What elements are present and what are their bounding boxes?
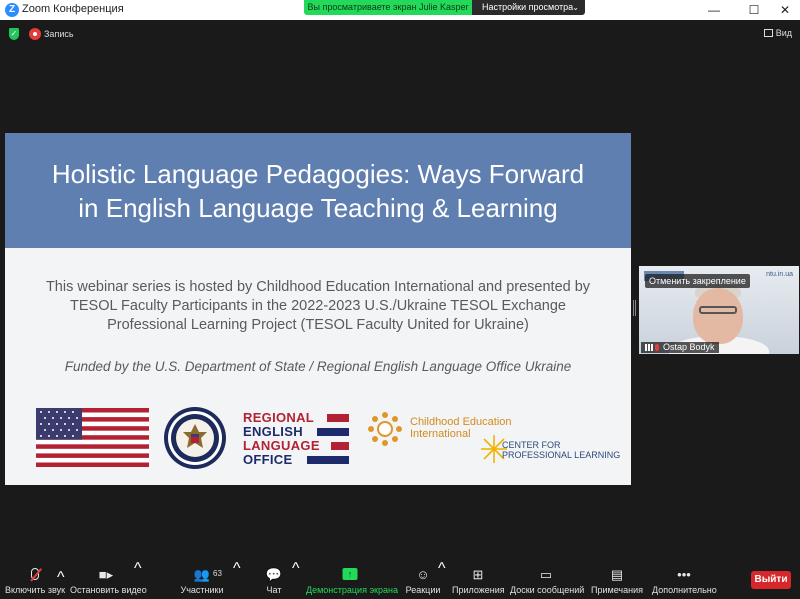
cpl-logo-text: CENTER FOR PROFESSIONAL LEARNING — [502, 440, 620, 460]
participants-options-chevron-icon[interactable]: ^ — [233, 560, 241, 578]
shared-screen-slide: Holistic Language Pedagogies: Ways Forwa… — [5, 133, 631, 485]
cpl-line-1: CENTER FOR — [502, 440, 561, 450]
zoom-logo-icon: Z — [5, 3, 19, 17]
view-label: Вид — [775, 28, 792, 38]
whiteboards-label: Доски сообщений — [510, 585, 585, 595]
window-title: Zoom Конференция — [22, 3, 124, 15]
audio-options-chevron-icon[interactable]: ^ — [57, 569, 65, 587]
chat-label: Чат — [266, 585, 282, 595]
relo-line-3: LANGUAGE — [243, 438, 320, 453]
slide-description: This webinar series is hosted by Childho… — [45, 279, 591, 333]
muted-microphone-icon — [31, 568, 39, 582]
participant-face — [693, 288, 743, 344]
relo-line-1: REGIONAL — [243, 410, 315, 425]
muted-mic-icon — [655, 344, 659, 351]
shield-icon[interactable]: ✓ — [9, 28, 19, 40]
participant-glasses — [699, 306, 737, 314]
reactions-options-chevron-icon[interactable]: ^ — [438, 560, 446, 578]
relo-bar-blue-1 — [317, 428, 349, 436]
participant-name-bar: Ostap Bodyk — [641, 342, 719, 353]
leave-button[interactable]: Выйти — [751, 571, 791, 589]
cei-line-1: Childhood Education — [410, 416, 512, 428]
whiteboards-button[interactable]: ▭ Доски сообщений — [510, 560, 585, 599]
relo-line-4: OFFICE — [243, 452, 293, 467]
relo-bar-red — [327, 414, 349, 422]
more-button[interactable]: ••• Дополнительно — [652, 560, 717, 599]
chat-button[interactable]: 💬 Чат — [258, 560, 290, 599]
share-screen-button[interactable]: ↑ Демонстрация экрана — [306, 560, 398, 599]
apps-icon: ⊞ — [472, 567, 484, 582]
apps-label: Приложения — [452, 585, 505, 595]
record-icon[interactable] — [29, 28, 41, 40]
background-logo-right: ntu.in.ua — [766, 271, 793, 278]
participants-label: Участники — [180, 585, 224, 595]
maximize-button[interactable]: ☐ — [737, 0, 771, 20]
minimize-button[interactable]: — — [697, 0, 731, 20]
panel-resize-handle[interactable] — [633, 300, 636, 316]
notes-icon: ▤ — [610, 567, 624, 582]
chevron-down-icon: ⌄ — [572, 3, 579, 12]
share-screen-icon: ↑ — [342, 568, 358, 580]
view-settings-label: Настройки просмотра — [482, 2, 574, 12]
video-camera-icon: ■▸ — [98, 567, 114, 582]
relo-bar-red-2 — [331, 442, 349, 450]
participant-video-tile[interactable]: ntu.in.ua Отменить закрепление Ostap Bod… — [639, 266, 799, 354]
apps-button[interactable]: ⊞ Приложения — [452, 560, 505, 599]
stop-video-button[interactable]: ■▸ Остановить видео — [70, 560, 147, 599]
childhood-education-international-logo — [368, 412, 402, 446]
whiteboard-icon: ▭ — [539, 567, 553, 582]
smiley-icon: ☺ — [416, 567, 430, 582]
close-button[interactable]: ✕ — [768, 0, 800, 20]
chat-bubble-icon: 💬 — [265, 567, 283, 582]
video-options-chevron-icon[interactable]: ^ — [134, 560, 142, 578]
participant-name: Ostap Bodyk — [663, 342, 715, 352]
unpin-video-button[interactable]: Отменить закрепление — [645, 274, 750, 288]
view-icon — [763, 29, 773, 37]
more-label: Дополнительно — [652, 585, 717, 595]
screen-share-banner: Вы просматриваете экран Julie Kasper — [304, 0, 472, 15]
notes-label: Примечания — [591, 585, 643, 595]
reactions-label: Реакции — [405, 585, 441, 595]
relo-bar-blue-2 — [307, 456, 349, 464]
relo-logo: REGIONAL ENGLISH LANGUAGE OFFICE — [243, 410, 351, 468]
participants-button[interactable]: 👥 63 Участники — [176, 560, 228, 599]
slide-title-line1: Holistic Language Pedagogies: Ways Forwa… — [51, 159, 585, 189]
cpl-line-2: PROFESSIONAL LEARNING — [502, 450, 621, 460]
slide-header: Holistic Language Pedagogies: Ways Forwa… — [5, 133, 631, 248]
notes-button[interactable]: ▤ Примечания — [590, 560, 644, 599]
slide-funding-note: Funded by the U.S. Department of State /… — [64, 359, 572, 374]
slide-title-line2: in English Language Teaching & Learning — [78, 193, 558, 223]
view-button[interactable]: Вид — [763, 28, 792, 38]
more-dots-icon: ••• — [677, 567, 691, 582]
participants-count: 63 — [213, 569, 222, 578]
meeting-status-row: ✓ Запись Вид — [0, 24, 800, 44]
slide-title: Holistic Language Pedagogies: Ways Forwa… — [25, 157, 611, 225]
stop-video-label: Остановить видео — [70, 585, 147, 595]
relo-line-2: ENGLISH — [243, 424, 303, 439]
department-of-state-seal-logo — [164, 407, 226, 469]
signal-strength-icon — [645, 344, 653, 351]
chat-options-chevron-icon[interactable]: ^ — [292, 560, 300, 578]
view-settings-button[interactable]: Настройки просмотра ⌄ — [472, 0, 585, 15]
share-screen-label: Демонстрация экрана — [306, 585, 398, 595]
recording-label[interactable]: Запись — [44, 29, 74, 39]
meeting-toolbar: Включить звук ^ ■▸ Остановить видео ^ 👥 … — [0, 560, 800, 599]
participants-icon: 👥 — [193, 567, 211, 582]
reactions-button[interactable]: ☺ Реакции — [404, 560, 442, 599]
us-flag-logo — [36, 408, 149, 467]
